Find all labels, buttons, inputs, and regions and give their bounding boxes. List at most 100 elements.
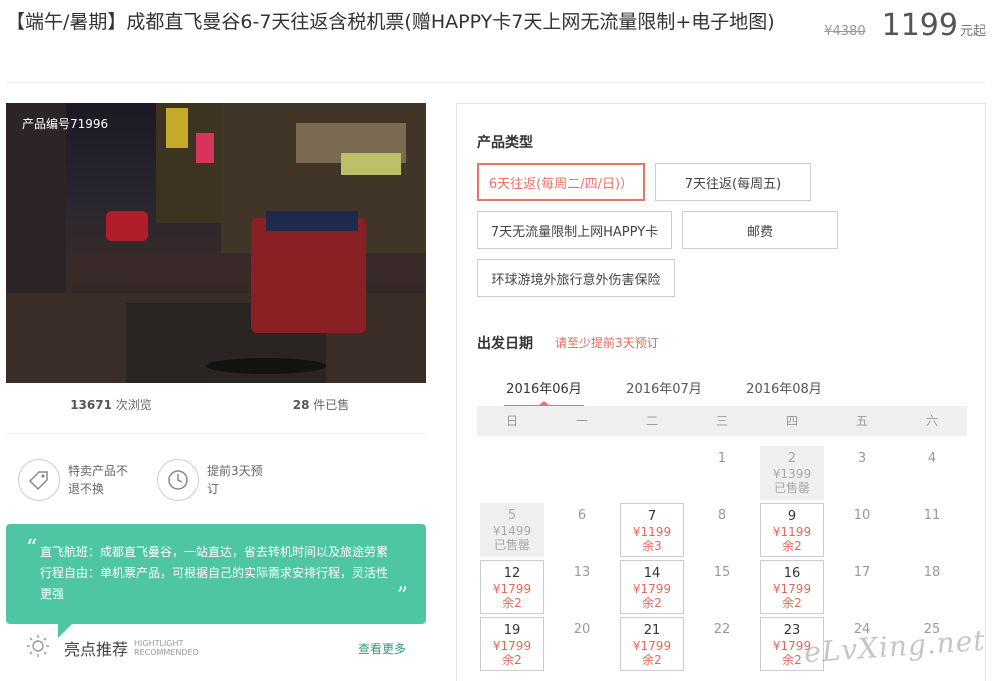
day-number: 8 bbox=[717, 508, 727, 523]
day-number: 12 bbox=[503, 566, 521, 581]
views-label: 次浏览 bbox=[115, 398, 152, 412]
day-remaining: 余2 bbox=[642, 653, 662, 667]
feature-advance-booking: 提前3天预订 bbox=[157, 459, 277, 501]
day-price: ¥1799 bbox=[492, 639, 532, 653]
booking-panel: 产品类型 6天往返(每周二/四/日)） 7天往返(每周五) 7天无流量限制上网H… bbox=[456, 103, 986, 681]
highlight-en-line2: RECOMMENDED bbox=[134, 648, 199, 657]
calendar-day: 4 bbox=[900, 446, 964, 500]
day-number: 4 bbox=[927, 451, 937, 466]
day-number: 5 bbox=[507, 508, 517, 523]
views-count: 13671 bbox=[70, 398, 112, 412]
calendar-day: 5 ¥1499 已售罄 bbox=[480, 503, 544, 557]
calendar-day: 17 bbox=[830, 560, 894, 614]
calendar-day[interactable]: 16 ¥1799 余2 bbox=[760, 560, 824, 614]
header-divider bbox=[6, 82, 986, 83]
product-title: 【端午/暑期】成都直飞曼谷6-7天往返含税机票(赠HAPPY卡7天上网无流量限制… bbox=[6, 11, 775, 33]
calendar-day: 10 bbox=[830, 503, 894, 557]
day-price: ¥1399 bbox=[772, 467, 812, 481]
option-travel-insurance[interactable]: 环球游境外旅行意外伤害保险 bbox=[477, 259, 675, 297]
product-type-label: 产品类型 bbox=[477, 135, 533, 151]
day-number: 7 bbox=[647, 509, 657, 524]
option-postage[interactable]: 邮费 bbox=[682, 211, 838, 249]
day-number: 13 bbox=[573, 565, 591, 580]
day-number: 14 bbox=[643, 566, 661, 581]
day-number: 17 bbox=[853, 565, 871, 580]
day-number: 18 bbox=[923, 565, 941, 580]
tag-icon bbox=[18, 459, 60, 501]
feature-advance-booking-text: 提前3天预订 bbox=[207, 464, 263, 496]
calendar-day: 13 bbox=[550, 560, 614, 614]
booking-hint: 请至少提前3天预订 bbox=[555, 336, 659, 350]
weekday-thu: 四 bbox=[785, 414, 798, 428]
day-number: 6 bbox=[577, 508, 587, 523]
price-unit: 元起 bbox=[959, 24, 986, 39]
calendar-day[interactable]: 7 ¥1199 余3 bbox=[620, 503, 684, 557]
weekday-sun: 日 bbox=[505, 414, 518, 428]
day-number: 15 bbox=[713, 565, 731, 580]
calendar-day[interactable]: 12 ¥1799 余2 bbox=[480, 560, 544, 614]
day-number: 10 bbox=[853, 508, 871, 523]
option-happy-card[interactable]: 7天无流量限制上网HAPPY卡 bbox=[477, 211, 672, 249]
calendar-day: 11 bbox=[900, 503, 964, 557]
calendar-day: 15 bbox=[690, 560, 754, 614]
calendar-day[interactable]: 14 ¥1799 余2 bbox=[620, 560, 684, 614]
weekday-tue: 二 bbox=[645, 414, 658, 428]
day-remaining: 余2 bbox=[782, 539, 802, 553]
day-price: ¥1799 bbox=[632, 639, 672, 653]
tab-month-august[interactable]: 2016年08月 bbox=[744, 378, 824, 397]
day-number: 22 bbox=[713, 622, 731, 637]
option-6-day-roundtrip[interactable]: 6天往返(每周二/四/日)） bbox=[477, 163, 645, 201]
sold-label: 件已售 bbox=[313, 398, 350, 412]
day-price: ¥1799 bbox=[632, 582, 672, 596]
day-number: 19 bbox=[503, 623, 521, 638]
calendar-day: 3 bbox=[830, 446, 894, 500]
feature-no-refund-text: 特卖产品不退不换 bbox=[68, 464, 129, 496]
calendar-day: 18 bbox=[900, 560, 964, 614]
highlight-en-line1: HIGHTLIGHT bbox=[134, 639, 184, 648]
highlight-quote-text: 直飞航班：成都直飞曼谷，一站直达，省去转机时间以及旅途劳累 行程自由：单机票产品… bbox=[40, 545, 389, 601]
day-number: 1 bbox=[717, 451, 727, 466]
weekday-mon: 一 bbox=[575, 414, 588, 428]
stats-bar: 13671 次浏览 28 件已售 bbox=[6, 396, 426, 413]
active-month-caret bbox=[539, 401, 549, 405]
day-remaining: 已售罄 bbox=[493, 538, 530, 552]
product-code: 产品编号71996 bbox=[22, 117, 109, 131]
product-photo: 产品编号71996 bbox=[6, 103, 426, 383]
option-7-day-roundtrip[interactable]: 7天往返(每周五) bbox=[655, 163, 811, 201]
calendar-day: 1 bbox=[690, 446, 754, 500]
open-quote-icon: “ bbox=[26, 536, 38, 561]
day-remaining: 余2 bbox=[642, 596, 662, 610]
day-number: 11 bbox=[923, 508, 941, 523]
views-stat: 13671 次浏览 bbox=[6, 396, 216, 413]
highlight-header: 亮点推荐 HIGHTLIGHT RECOMMENDED 查看更多 bbox=[26, 634, 406, 662]
calendar-day: 8 bbox=[690, 503, 754, 557]
day-number: 3 bbox=[857, 451, 867, 466]
tab-month-june[interactable]: 2016年06月 bbox=[504, 378, 584, 397]
sold-count: 28 bbox=[292, 398, 310, 412]
weekday-sat: 六 bbox=[925, 414, 938, 428]
highlight-quote-box: “ 直飞航班：成都直飞曼谷，一站直达，省去转机时间以及旅途劳累 行程自由：单机票… bbox=[6, 524, 426, 624]
day-number: 9 bbox=[787, 509, 797, 524]
calendar-day[interactable]: 21 ¥1799 余2 bbox=[620, 617, 684, 671]
calendar-day[interactable]: 9 ¥1199 余2 bbox=[760, 503, 824, 557]
day-price: ¥1199 bbox=[772, 525, 812, 539]
day-number: 16 bbox=[783, 566, 801, 581]
day-price: ¥1799 bbox=[772, 582, 812, 596]
day-remaining: 余2 bbox=[782, 596, 802, 610]
calendar-day: 20 bbox=[550, 617, 614, 671]
feature-no-refund: 特卖产品不退不换 bbox=[18, 459, 138, 501]
day-remaining: 余2 bbox=[502, 653, 522, 667]
weekday-wed: 三 bbox=[715, 414, 728, 428]
day-price: ¥1799 bbox=[492, 582, 532, 596]
sun-icon bbox=[26, 634, 50, 662]
calendar-day[interactable]: 19 ¥1799 余2 bbox=[480, 617, 544, 671]
departure-date-label: 出发日期 bbox=[477, 336, 533, 352]
clock-icon bbox=[157, 459, 199, 501]
sold-stat: 28 件已售 bbox=[216, 396, 426, 413]
close-quote-icon: ” bbox=[396, 584, 408, 609]
calendar-day: 22 bbox=[690, 617, 754, 671]
day-price: ¥1199 bbox=[632, 525, 672, 539]
day-remaining: 余2 bbox=[502, 596, 522, 610]
view-more-link[interactable]: 查看更多 bbox=[358, 640, 406, 657]
tab-month-july[interactable]: 2016年07月 bbox=[624, 378, 704, 397]
